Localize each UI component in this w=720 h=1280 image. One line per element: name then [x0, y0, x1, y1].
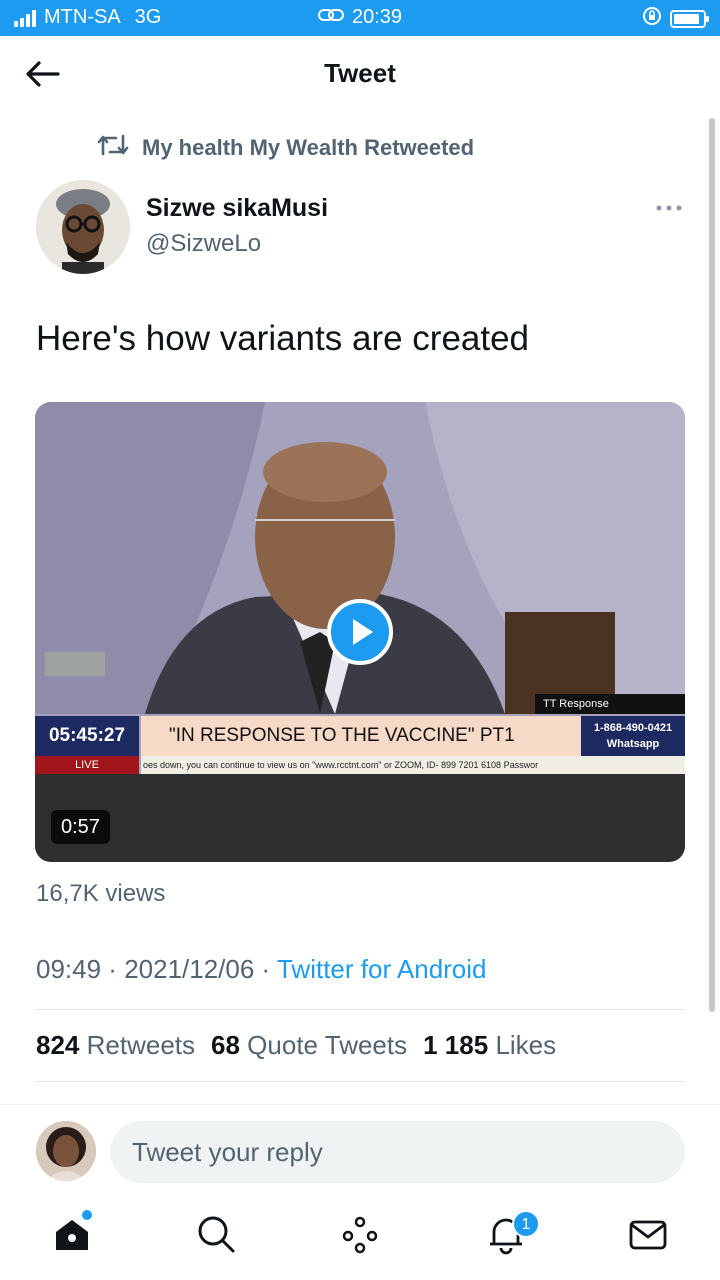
more-options-icon[interactable]: [654, 196, 684, 220]
page-title: Tweet: [324, 58, 396, 88]
likes-count: 1 185: [423, 1030, 489, 1060]
retweet-context[interactable]: My health My Wealth Retweeted: [96, 132, 474, 164]
video-player[interactable]: TT Response 05:45:27 LIVE "IN RESPONSE T…: [35, 402, 685, 862]
likes-stat[interactable]: 1 185 Likes: [423, 1030, 556, 1061]
meta-separator: ·: [254, 954, 277, 984]
quotes-count: 68: [211, 1030, 240, 1060]
tweet-meta: 09:49 · 2021/12/06 · Twitter for Android: [36, 954, 487, 985]
tweet-text: Here's how variants are created: [36, 319, 530, 358]
home-unread-dot: [82, 1210, 92, 1220]
author-name[interactable]: Sizwe sikaMusi: [146, 194, 328, 223]
reply-bar: Tweet your reply: [0, 1104, 720, 1200]
view-count: 16,7K views: [36, 880, 166, 907]
video-overlay-phone-sub: Whatsapp: [606, 738, 660, 750]
battery-fill: [674, 14, 700, 24]
spaces-icon[interactable]: [338, 1212, 382, 1256]
retweet-context-text: My health My Wealth Retweeted: [142, 135, 475, 160]
tweet-source-link[interactable]: Twitter for Android: [277, 954, 487, 984]
battery-icon: [670, 10, 709, 28]
retweet-icon: [96, 132, 130, 164]
meta-separator: ·: [101, 954, 125, 984]
play-icon[interactable]: [327, 599, 393, 665]
author-avatar[interactable]: [36, 180, 130, 274]
reply-input[interactable]: Tweet your reply: [110, 1121, 685, 1183]
divider: [35, 1081, 685, 1082]
video-overlay-phone-number: 1-868-490-0421: [593, 722, 673, 734]
video-overlay-headline: "IN RESPONSE TO THE VACCINE" PT1: [141, 716, 581, 756]
likes-label: Likes: [495, 1030, 557, 1060]
status-time: 20:39: [351, 6, 403, 28]
video-overlay-ticker: oes down, you can continue to view us on…: [141, 756, 685, 774]
divider: [35, 1009, 685, 1010]
video-overlay-live: LIVE: [35, 756, 139, 774]
search-icon[interactable]: [194, 1212, 238, 1256]
tweet-time: 09:49: [36, 954, 102, 984]
status-right: [642, 6, 709, 32]
notifications-badge: 1: [512, 1210, 540, 1238]
status-bar: MTN-SA 3G 20:39: [0, 0, 720, 36]
retweets-count: 824: [36, 1030, 80, 1060]
video-duration: 0:57: [51, 810, 110, 844]
retweets-label: Retweets: [86, 1030, 196, 1060]
video-overlay-phone: 1-868-490-0421 Whatsapp: [581, 716, 685, 756]
messages-icon[interactable]: [626, 1212, 670, 1256]
orientation-lock-icon: [642, 6, 662, 32]
tweet-date: 2021/12/06: [124, 954, 255, 984]
retweets-stat[interactable]: 824 Retweets: [36, 1030, 195, 1061]
tweet-header: Tweet: [0, 36, 720, 112]
bottom-nav: 1: [0, 1200, 720, 1280]
author-handle[interactable]: @SizweLo: [146, 230, 261, 258]
quotes-label: Quote Tweets: [247, 1030, 408, 1060]
quotes-stat[interactable]: 68 Quote Tweets: [211, 1030, 407, 1061]
user-avatar[interactable]: [36, 1121, 96, 1181]
video-overlay-clock: 05:45:27: [35, 716, 139, 756]
video-overlay-screen: [35, 774, 685, 862]
link-icon: [317, 6, 344, 29]
tweet-stats: 824 Retweets 68 Quote Tweets 1 185 Likes: [36, 1030, 556, 1061]
status-center: 20:39: [0, 6, 720, 29]
scrollbar[interactable]: [709, 118, 715, 1012]
video-overlay-label: TT Response: [535, 694, 685, 714]
